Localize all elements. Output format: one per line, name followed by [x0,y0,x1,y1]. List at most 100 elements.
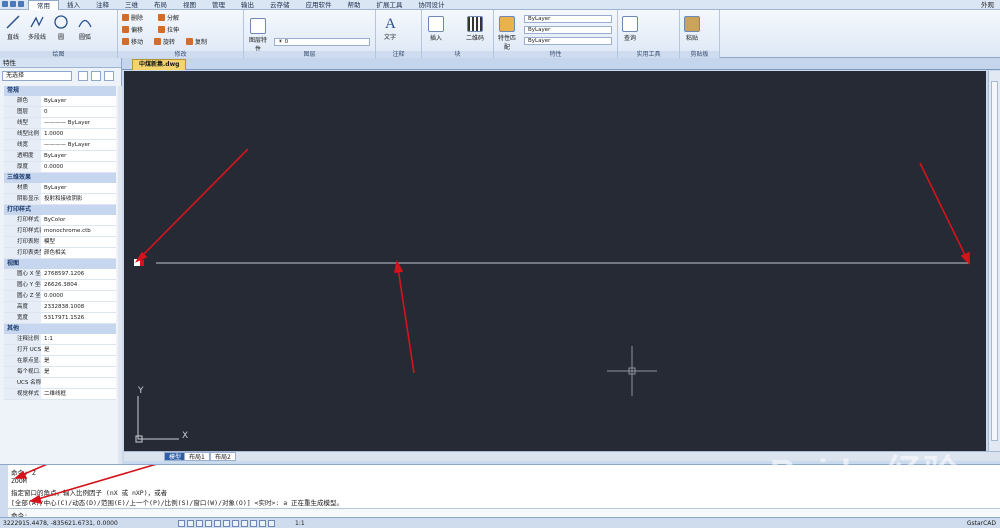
property-value[interactable]: monochrome.ctb [41,226,116,236]
property-row[interactable]: 宽度 5317971.1526 [4,313,116,324]
arc-button[interactable]: 圆弧 [75,14,95,41]
move-button[interactable]: 移动 [122,37,143,46]
property-row[interactable]: 打印表类型颜色相关 [4,248,116,259]
section-header[interactable]: 视图 [4,259,116,269]
property-row[interactable]: 线宽 ———— ByLayer [4,140,116,151]
insert-button[interactable]: 插入 [426,16,446,42]
property-row[interactable]: 在原点显...是 [4,356,116,367]
tab-3[interactable]: 三维 [117,0,146,10]
annotation-scale[interactable]: 1:1 [295,518,305,528]
rotate-button[interactable]: 旋转 [154,37,175,46]
property-value[interactable]: ByLayer [41,151,116,161]
property-value[interactable]: ByLayer [41,183,116,193]
explode-button[interactable]: 分解 [158,13,179,22]
property-value[interactable]: 二维线框 [41,389,116,399]
grid-icon[interactable] [187,520,194,527]
property-row[interactable]: 图层 0 [4,107,116,118]
transparency-icon[interactable] [259,520,266,527]
property-value[interactable]: 0.0000 [41,291,116,301]
property-row[interactable]: 打印表附 模型 [4,237,116,248]
property-value[interactable]: 是 [41,345,116,355]
property-row[interactable]: 圆心 Z 坐标0.0000 [4,291,116,302]
toggle-pickadd-icon[interactable] [78,71,88,81]
property-value[interactable]: 颜色相关 [41,248,116,258]
property-row[interactable]: 视觉样式 二维线框 [4,389,116,400]
property-value[interactable]: 2768597.1206 [41,269,116,279]
property-value[interactable]: ———— ByLayer [41,118,116,128]
property-row[interactable]: 厚度 0.0000 [4,162,116,173]
property-row[interactable]: 颜色 ByLayer [4,96,116,107]
property-row[interactable]: 圆心 Y 坐标26626.3804 [4,280,116,291]
quick-select-icon[interactable] [104,71,114,81]
section-header[interactable]: 其他 [4,324,116,334]
property-value[interactable]: 5317971.1526 [41,313,116,323]
delete-button[interactable]: 删除 [122,13,143,22]
polyline-button[interactable]: 多段线 [27,14,47,41]
property-value[interactable]: ByLayer [41,96,116,106]
line-button[interactable]: 直线 [3,14,23,41]
property-value[interactable]: 0 [41,107,116,117]
tab-layout1[interactable]: 布局1 [184,452,210,461]
property-value[interactable]: ByColor [41,215,116,225]
property-value[interactable]: 投射和接收阴影 [41,194,116,204]
polar-icon[interactable] [205,520,212,527]
layer-properties-button[interactable]: 图层特性 [248,18,268,53]
osnap-icon[interactable] [214,520,221,527]
stretch-button[interactable]: 拉伸 [158,25,179,34]
property-value[interactable]: 模型 [41,237,116,247]
property-value[interactable]: 是 [41,367,116,377]
property-row[interactable]: 阴影显示 投射和接收阴影 [4,194,116,205]
quick-access-toolbar[interactable] [2,1,26,9]
property-row[interactable]: UCS 名称 [4,378,116,389]
linetype-select[interactable]: ByLayer [524,26,612,34]
property-row[interactable]: 每个视口...是 [4,367,116,378]
property-value[interactable]: 1:1 [41,334,116,344]
copy-button[interactable]: 复制 [186,37,207,46]
property-row[interactable]: 注释比例 1:1 [4,334,116,345]
match-properties-button[interactable]: 特性匹配 [496,16,518,51]
canvas-scrollbar[interactable] [988,71,1000,451]
tab-8[interactable]: 云存储 [262,0,298,10]
offset-button[interactable]: 偏移 [122,25,143,34]
tab-6[interactable]: 管理 [204,0,233,10]
model-icon[interactable] [268,520,275,527]
property-row[interactable]: 打开 UCS...是 [4,345,116,356]
ducs-icon[interactable] [232,520,239,527]
property-value[interactable]: 1.0000 [41,129,116,139]
property-value[interactable]: 26626.3804 [41,280,116,290]
property-row[interactable]: 线型 ———— ByLayer [4,118,116,129]
scrollbar-thumb[interactable] [991,81,998,441]
tab-layout2[interactable]: 布局2 [210,452,236,461]
dyn-icon[interactable] [241,520,248,527]
property-row[interactable]: 线型比例 1.0000 [4,129,116,140]
property-value[interactable]: ———— ByLayer [41,140,116,150]
query-button[interactable]: 查询 [620,16,640,42]
section-header[interactable]: 常规 [4,86,116,96]
tab-5[interactable]: 视图 [175,0,204,10]
property-row[interactable]: 材质 ByLayer [4,183,116,194]
lineweight-icon[interactable] [250,520,257,527]
tab-0[interactable]: 常用 [28,0,59,10]
tab-12[interactable]: 协同设计 [411,0,453,10]
tab-11[interactable]: 扩展工具 [369,0,411,10]
tab-1[interactable]: 插入 [59,0,88,10]
tab-2[interactable]: 注释 [88,0,117,10]
selection-dropdown[interactable]: 无选择 [2,71,72,81]
property-value[interactable] [41,378,116,388]
text-button[interactable]: A 文字 [380,14,400,41]
new-icon[interactable] [2,1,8,7]
property-value[interactable]: 2332838.1008 [41,302,116,312]
otrack-icon[interactable] [223,520,230,527]
section-header[interactable]: 三维效果 [4,173,116,183]
section-header[interactable]: 打印样式 [4,205,116,215]
tab-4[interactable]: 布局 [146,0,175,10]
tab-model[interactable]: 模型 [164,452,187,461]
select-objects-icon[interactable] [91,71,101,81]
open-icon[interactable] [10,1,16,7]
property-row[interactable]: 透明度 ByLayer [4,151,116,162]
document-tab[interactable]: 中煤新集.dwg [132,59,187,70]
property-row[interactable]: 高度 2332838.1008 [4,302,116,313]
property-row[interactable]: 打印样式表monochrome.ctb [4,226,116,237]
properties-scrollbar[interactable] [118,86,122,466]
property-value[interactable]: 是 [41,356,116,366]
